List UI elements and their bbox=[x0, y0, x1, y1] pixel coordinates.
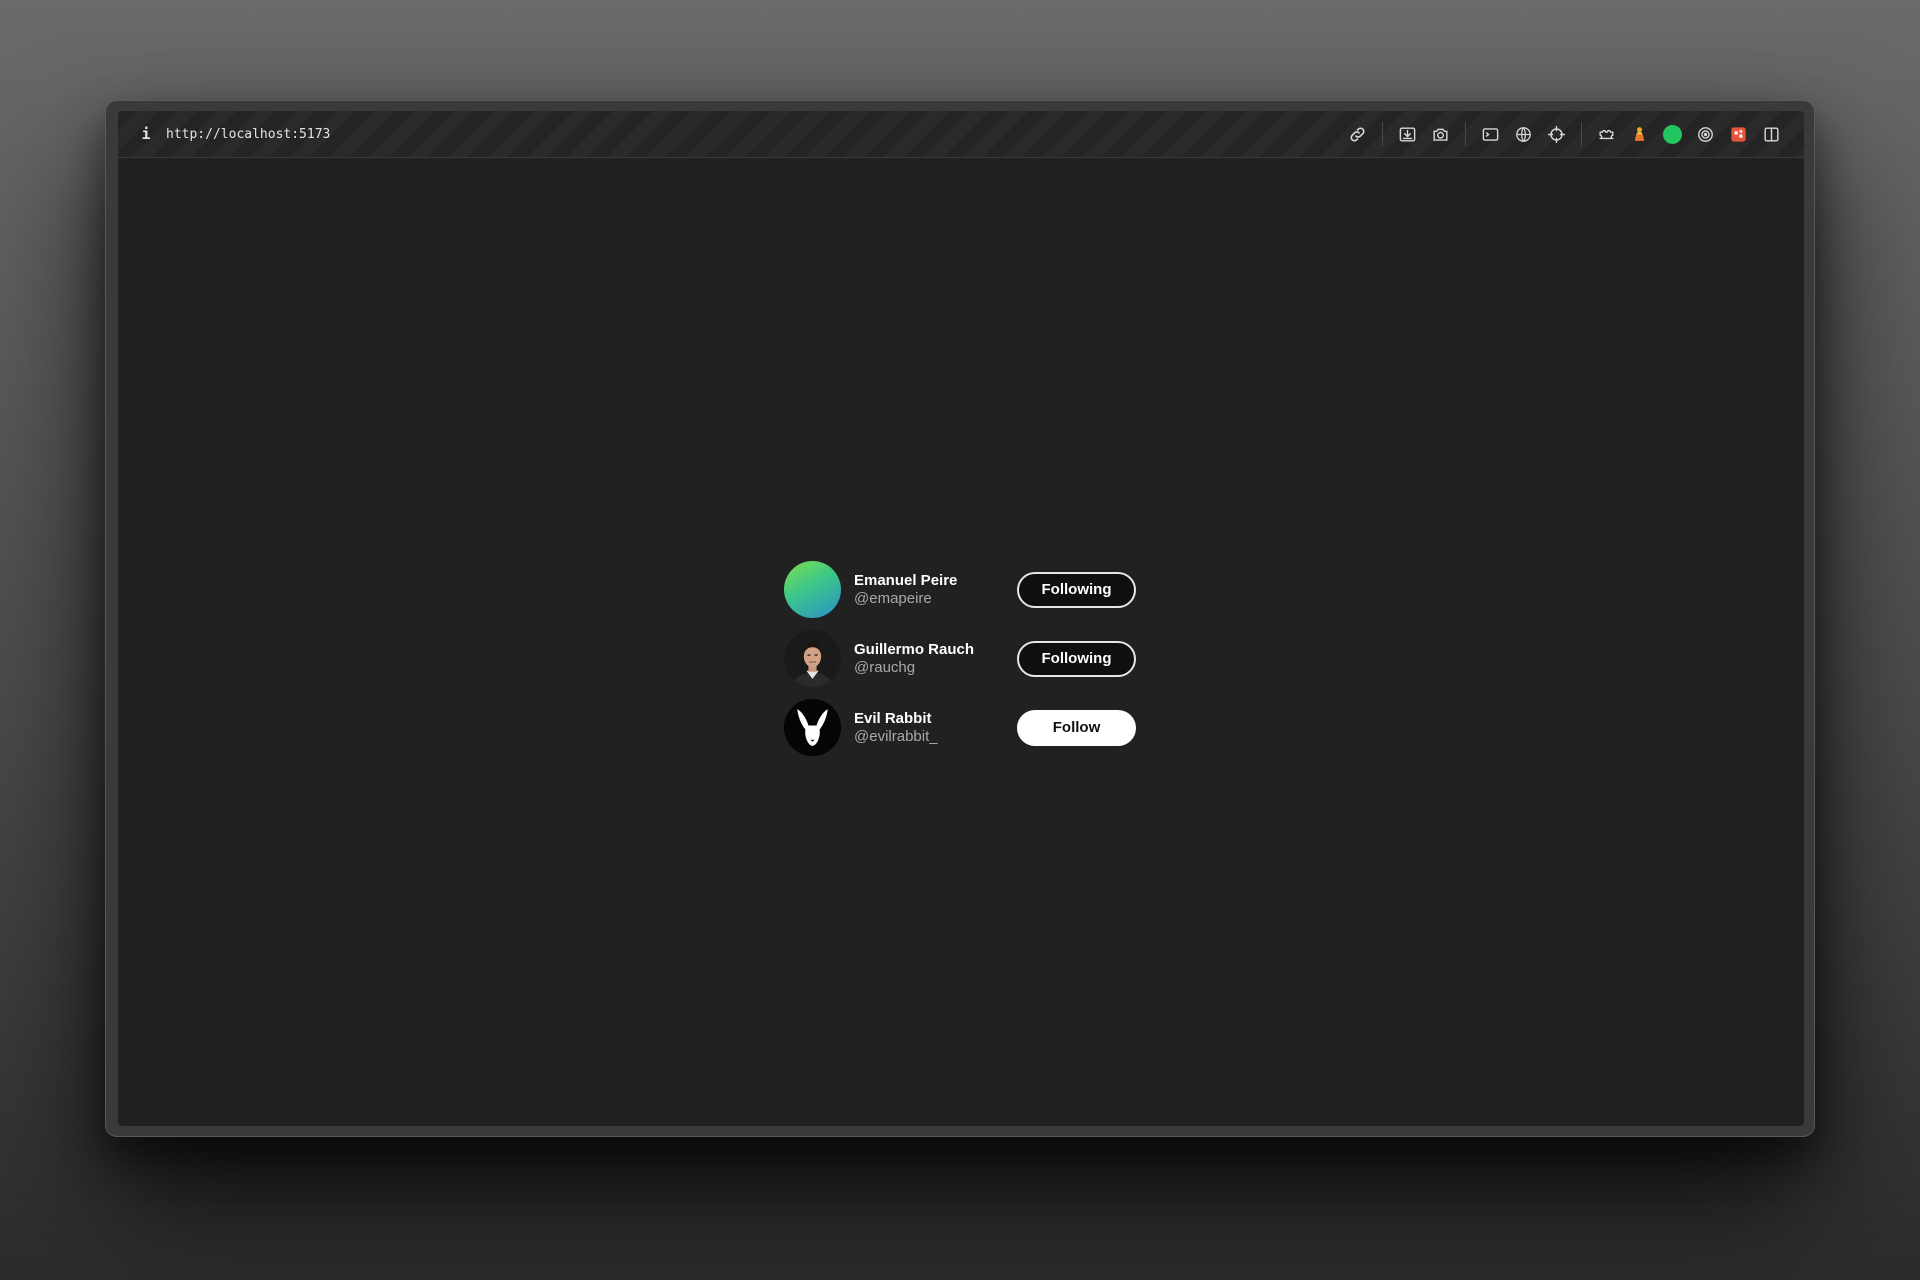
toolbar-divider bbox=[1465, 122, 1466, 146]
gradient-avatar bbox=[784, 561, 841, 618]
page-content: Emanuel Peire @emapeire Following Guille… bbox=[118, 159, 1804, 1126]
figure-icon[interactable] bbox=[1623, 118, 1656, 151]
user-handle: @rauchg bbox=[854, 658, 916, 676]
user-handle: @emapeire bbox=[854, 589, 932, 607]
terminal-icon[interactable] bbox=[1474, 118, 1507, 151]
address-bar[interactable]: http://localhost:5173 bbox=[166, 127, 330, 142]
toolbar-divider bbox=[1581, 122, 1582, 146]
user-info: Emanuel Peire @emapeire bbox=[854, 572, 1017, 608]
list-item: Emanuel Peire @emapeire Following bbox=[784, 555, 1136, 624]
split-view-icon[interactable] bbox=[1755, 118, 1788, 151]
extensions-icon[interactable] bbox=[1590, 118, 1623, 151]
target-icon[interactable] bbox=[1689, 118, 1722, 151]
user-name: Emanuel Peire bbox=[854, 571, 958, 589]
following-button[interactable]: Following bbox=[1017, 571, 1136, 608]
follow-button[interactable]: Follow bbox=[1017, 709, 1136, 746]
link-icon[interactable] bbox=[1341, 118, 1374, 151]
user-info: Guillermo Rauch @rauchg bbox=[854, 641, 1017, 677]
toolbar-tools bbox=[1341, 118, 1788, 151]
following-button[interactable]: Following bbox=[1017, 640, 1136, 677]
status-dot-icon[interactable] bbox=[1656, 118, 1689, 151]
list-item: Evil Rabbit @evilrabbit_ Follow bbox=[784, 693, 1136, 762]
browser-toolbar: i http://localhost:5173 bbox=[118, 111, 1804, 158]
info-icon[interactable]: i bbox=[138, 125, 154, 143]
globe-icon[interactable] bbox=[1507, 118, 1540, 151]
user-name: Evil Rabbit bbox=[854, 709, 932, 727]
rabbit-avatar bbox=[784, 699, 841, 756]
download-icon[interactable] bbox=[1391, 118, 1424, 151]
user-name: Guillermo Rauch bbox=[854, 640, 975, 658]
crosshair-icon[interactable] bbox=[1540, 118, 1573, 151]
photo-avatar bbox=[784, 630, 841, 687]
follow-list: Emanuel Peire @emapeire Following Guille… bbox=[784, 555, 1136, 762]
status-dot bbox=[1663, 124, 1682, 144]
camera-icon[interactable] bbox=[1424, 118, 1457, 151]
user-handle: @evilrabbit_ bbox=[854, 727, 938, 745]
user-info: Evil Rabbit @evilrabbit_ bbox=[854, 710, 1017, 746]
list-item: Guillermo Rauch @rauchg Following bbox=[784, 624, 1136, 693]
toolbar-divider bbox=[1382, 122, 1383, 146]
app-icon[interactable] bbox=[1722, 118, 1755, 151]
browser-frame: i http://localhost:5173 Emanuel Peire @e… bbox=[118, 111, 1804, 1126]
app-window: i http://localhost:5173 Emanuel Peire @e… bbox=[105, 100, 1815, 1137]
